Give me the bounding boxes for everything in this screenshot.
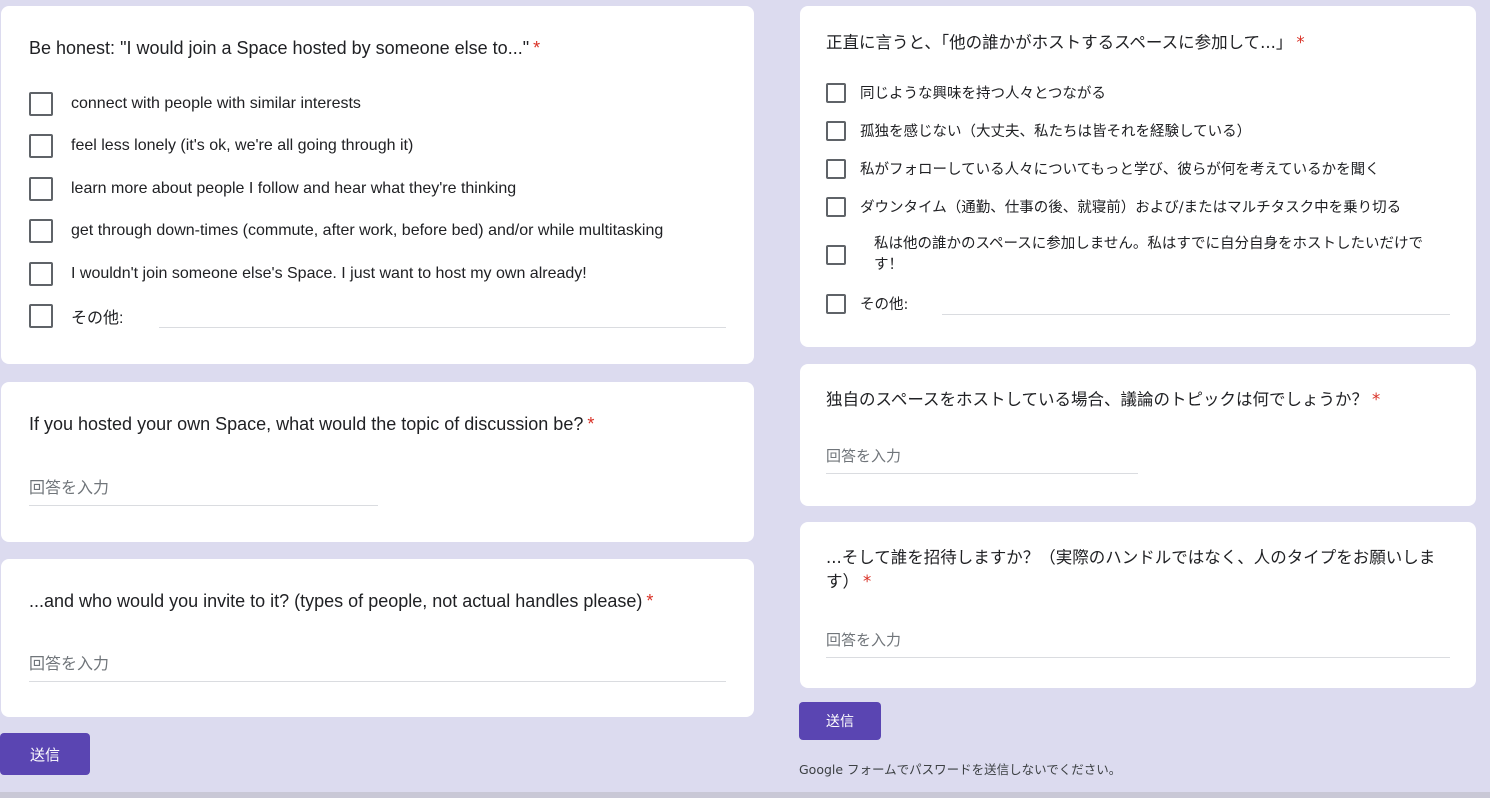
checkbox-option[interactable]: ダウンタイム（通勤、仕事の後、就寝前）および/またはマルチタスク中を乗り切る	[826, 196, 1401, 217]
question-card-invite: ...and who would you invite to it? (type…	[1, 559, 754, 717]
required-marker: *	[1296, 33, 1305, 52]
question-title: 独自のスペースをホストしている場合、議論のトピックは何でしょうか？ *	[826, 390, 1381, 409]
submit-button-ja[interactable]: 送信	[799, 702, 881, 740]
question-title: If you hosted your own Space, what would…	[29, 414, 595, 434]
checkbox[interactable]	[826, 293, 846, 314]
option-label: 私は他の誰かのスペースに参加しません。私はすでに自分自身をホストしたいだけで す…	[874, 236, 1423, 273]
option-label: 同じような興味を持つ人々とつながる	[860, 86, 1106, 102]
question-title: ...and who would you invite to it? (type…	[29, 591, 654, 611]
checkbox-option[interactable]: 孤独を感じない（大丈夫、私たちは皆それを経験している）	[826, 120, 1251, 141]
other-label: その他:	[71, 310, 124, 327]
checkbox-option[interactable]: learn more about people I follow and hea…	[29, 177, 516, 201]
answer-input[interactable]	[826, 632, 1450, 658]
other-text-field[interactable]	[159, 327, 726, 328]
checkbox[interactable]	[29, 177, 53, 201]
option-label: I wouldn't join someone else's Space. I …	[71, 265, 587, 282]
checkbox[interactable]	[29, 219, 53, 243]
required-marker: *	[533, 38, 541, 58]
checkbox-option[interactable]: get through down-times (commute, after w…	[29, 219, 663, 243]
checkbox[interactable]	[826, 196, 846, 217]
question-card-topic: If you hosted your own Space, what would…	[1, 382, 754, 542]
option-label: learn more about people I follow and hea…	[71, 180, 517, 197]
option-label: feel less lonely (it's ok, we're all goi…	[71, 137, 414, 154]
option-label: 私がフォローしている人々についてもっと学び、彼らが何を考えているかを聞く	[860, 162, 1380, 178]
submit-button[interactable]: 送信	[0, 733, 90, 775]
required-marker: *	[587, 414, 595, 434]
question-title: Be honest: "I would join a Space hosted …	[29, 38, 541, 58]
question-title: ...そして誰を招待しますか？（実際のハンドルではなく、人のタイプをお願いしま …	[826, 548, 1436, 591]
checkbox[interactable]	[826, 82, 846, 103]
option-label: connect with people with similar interes…	[71, 95, 361, 112]
checkbox[interactable]	[29, 304, 53, 328]
answer-input[interactable]	[29, 654, 726, 682]
checkbox[interactable]	[29, 134, 53, 158]
checkbox[interactable]	[826, 158, 846, 179]
question-card-join-space-ja: 正直に言うと、「他の誰かがホストするスペースに参加して...」 * 同じような興味…	[800, 6, 1476, 347]
option-label: 孤独を感じない（大丈夫、私たちは皆それを経験している）	[860, 124, 1252, 140]
checkbox-option[interactable]: connect with people with similar interes…	[29, 92, 361, 116]
page-bottom-edge	[0, 792, 1490, 798]
checkbox-option[interactable]	[826, 245, 846, 265]
checkbox[interactable]	[29, 92, 53, 116]
checkbox-option-other[interactable]: その他:	[826, 293, 908, 314]
required-marker: *	[1372, 390, 1381, 409]
question-card-topic-ja: 独自のスペースをホストしている場合、議論のトピックは何でしょうか？ *	[800, 364, 1476, 506]
password-warning: Google フォームでパスワードを送信しないでください。	[799, 762, 1122, 777]
checkbox[interactable]	[826, 245, 846, 265]
required-marker: *	[863, 572, 872, 591]
question-title: 正直に言うと、「他の誰かがホストするスペースに参加して...」 *	[826, 33, 1305, 52]
checkbox-option[interactable]: 私がフォローしている人々についてもっと学び、彼らが何を考えているかを聞く	[826, 158, 1380, 179]
checkbox-option[interactable]: feel less lonely (it's ok, we're all goi…	[29, 134, 413, 158]
checkbox[interactable]	[29, 262, 53, 286]
answer-input[interactable]	[29, 478, 378, 506]
checkbox-option-other[interactable]: その他:	[29, 304, 123, 328]
answer-input[interactable]	[826, 448, 1138, 474]
option-label: ダウンタイム（通勤、仕事の後、就寝前）および/またはマルチタスク中を乗り切る	[860, 200, 1402, 216]
other-text-field[interactable]	[942, 314, 1450, 315]
other-label: その他:	[860, 297, 909, 313]
question-card-join-space: Be honest: "I would join a Space hosted …	[1, 6, 754, 364]
required-marker: *	[646, 591, 654, 611]
option-label: get through down-times (commute, after w…	[71, 222, 664, 239]
question-card-invite-ja: ...そして誰を招待しますか？（実際のハンドルではなく、人のタイプをお願いしま …	[800, 522, 1476, 688]
checkbox[interactable]	[826, 120, 846, 141]
checkbox-option[interactable]: 同じような興味を持つ人々とつながる	[826, 82, 1106, 103]
checkbox-option[interactable]: I wouldn't join someone else's Space. I …	[29, 262, 587, 286]
